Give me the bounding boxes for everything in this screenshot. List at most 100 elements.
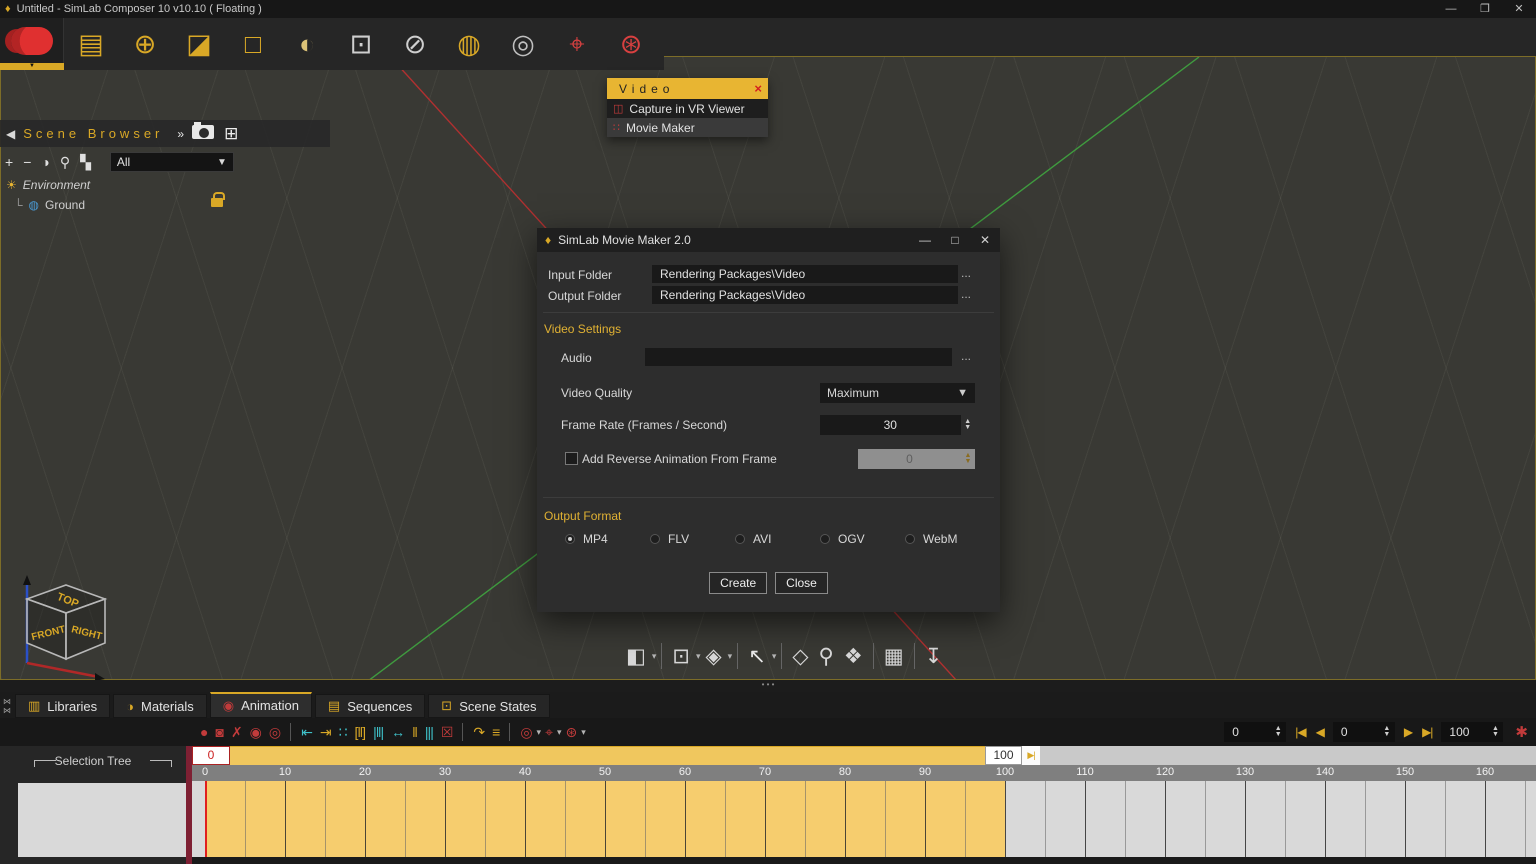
- select-area-icon[interactable]: □: [226, 18, 280, 70]
- standard-views-dropdown-icon[interactable]: ▾: [728, 651, 733, 662]
- radio-icon[interactable]: [650, 534, 660, 544]
- import-icon[interactable]: ↧: [925, 644, 943, 669]
- show-animation-icon[interactable]: ◉: [250, 724, 261, 741]
- spinner-arrows[interactable]: ▲▼: [1270, 723, 1286, 741]
- simlab-menu-button[interactable]: ▼: [0, 18, 64, 70]
- dialog-minimize-button[interactable]: —: [910, 233, 940, 247]
- select-mode-icon[interactable]: ↖: [748, 644, 766, 669]
- panel-resize-handle[interactable]: • • •: [0, 680, 1536, 692]
- show-all-keys-icon[interactable]: ∷: [339, 724, 347, 741]
- select-mode-dropdown-icon[interactable]: ▾: [772, 651, 777, 662]
- dialog-close-button[interactable]: ✕: [970, 233, 1000, 247]
- animation-list-icon[interactable]: ≡: [492, 724, 499, 740]
- video-icon[interactable]: ⊛: [604, 18, 658, 70]
- output-folder-browse-button[interactable]: ...: [961, 287, 971, 301]
- search-icon[interactable]: ⚲: [60, 154, 70, 171]
- edit-3d-icon[interactable]: ◪: [172, 18, 226, 70]
- selection-tree-list[interactable]: [18, 783, 186, 857]
- video-quality-dropdown[interactable]: Maximum ▼: [820, 383, 975, 403]
- zoom-extents-dropdown-icon[interactable]: ▾: [696, 651, 701, 662]
- previous-frame-button[interactable]: ◀: [1316, 725, 1324, 739]
- timeline-settings-icon[interactable]: ✱: [1515, 723, 1528, 741]
- render-icon[interactable]: ⊘: [388, 18, 442, 70]
- tab-animation[interactable]: ◉ Animation: [210, 692, 312, 718]
- go-to-start-icon[interactable]: ⇤: [301, 724, 312, 741]
- range-end-box[interactable]: 100: [985, 746, 1022, 765]
- tab-libraries[interactable]: ▥ Libraries: [15, 694, 110, 718]
- close-icon[interactable]: ×: [754, 81, 762, 96]
- video-menu-header[interactable]: Video ×: [607, 78, 768, 99]
- close-button[interactable]: Close: [775, 572, 828, 594]
- simlab-menu-caret[interactable]: ▼: [0, 63, 64, 70]
- director-chair-icon[interactable]: ✗: [231, 724, 242, 741]
- undock-icon[interactable]: ⋈: [3, 706, 11, 715]
- navigation-cube[interactable]: TOP FRONT RIGHT: [13, 567, 117, 683]
- current-frame-spinner[interactable]: 0 ▲▼: [1333, 722, 1395, 742]
- play-button[interactable]: ▶: [1404, 725, 1412, 739]
- fit-selected-icon[interactable]: ◇: [792, 644, 808, 669]
- dialog-titlebar[interactable]: ♦ SimLab Movie Maker 2.0 — □ ✕: [537, 228, 1000, 252]
- grid-toggle-icon[interactable]: ▦: [884, 644, 904, 669]
- frame-rate-spinner[interactable]: ▲▼: [820, 415, 975, 435]
- radio-icon[interactable]: [735, 534, 745, 544]
- menu-item-capture-in-vr-viewer[interactable]: ◫ Capture in VR Viewer: [607, 99, 768, 118]
- export-animation-icon[interactable]: ↷: [473, 724, 484, 741]
- selected-keys-icon[interactable]: |||: [425, 724, 433, 740]
- format-radio-ogv[interactable]: OGV: [820, 532, 905, 546]
- input-folder-field[interactable]: [652, 265, 958, 283]
- camera-animation-dropdown-icon[interactable]: ▾: [557, 727, 562, 738]
- tab-sequences[interactable]: ▤ Sequences: [315, 694, 425, 718]
- collapse-panel-icon[interactable]: ◀: [6, 127, 15, 141]
- go-to-end-button[interactable]: ▶|: [1422, 725, 1432, 739]
- open-file-icon[interactable]: ▤: [64, 18, 118, 70]
- range-start-box[interactable]: 0: [192, 746, 230, 765]
- geo-location-icon[interactable]: ◍: [442, 18, 496, 70]
- radio-icon[interactable]: [905, 534, 915, 544]
- delete-keys-icon[interactable]: ☒: [441, 724, 453, 741]
- render-layers-icon[interactable]: ❖: [844, 644, 863, 669]
- panel-dock-icons[interactable]: ⋈ ⋈: [3, 697, 11, 715]
- scene-filter-dropdown[interactable]: All ▼: [110, 152, 234, 172]
- scale-keys-icon[interactable]: [‖]: [355, 724, 366, 740]
- record-camera-icon[interactable]: ◙: [215, 724, 222, 740]
- move-keys-icon[interactable]: ↔: [391, 724, 404, 740]
- remove-icon[interactable]: −: [23, 154, 31, 171]
- vr-viewer-icon[interactable]: ⌖: [550, 18, 604, 70]
- move-tool-icon[interactable]: ⊕: [118, 18, 172, 70]
- preview-animation-icon[interactable]: ◎: [269, 724, 280, 741]
- movie-tools-icon[interactable]: ⊛: [565, 724, 576, 741]
- spinner-arrows[interactable]: ▲▼: [1487, 723, 1503, 741]
- isolate-icon[interactable]: ◑: [41, 154, 49, 171]
- reverse-animation-checkbox[interactable]: [565, 452, 578, 465]
- movie-tools-dropdown-icon[interactable]: ▾: [581, 727, 586, 738]
- drag-handle-icon[interactable]: • • •: [762, 680, 775, 689]
- spinner-arrows[interactable]: ▲▼: [1379, 723, 1395, 741]
- tab-scene-states[interactable]: ⊡ Scene States: [428, 694, 549, 718]
- window-minimize-button[interactable]: —: [1434, 0, 1468, 18]
- animation-library-icon[interactable]: ◎: [520, 724, 531, 741]
- spinner-arrows[interactable]: ▲▼: [961, 415, 975, 435]
- dialog-maximize-button[interactable]: □: [940, 233, 970, 247]
- tree-item-environment[interactable]: ☀ Environment: [0, 176, 330, 194]
- window-close-button[interactable]: ✕: [1502, 0, 1536, 18]
- radio-icon[interactable]: [565, 534, 575, 544]
- lens-effects-icon[interactable]: ◎: [496, 18, 550, 70]
- lock-icon[interactable]: [211, 198, 223, 207]
- key-density-icon[interactable]: |‖|: [373, 724, 383, 740]
- materials-icon[interactable]: ◐: [280, 18, 334, 70]
- zoom-extents-icon[interactable]: ⊡: [672, 644, 690, 669]
- output-folder-field[interactable]: [652, 286, 958, 304]
- scene-library-icon[interactable]: ⊡: [334, 18, 388, 70]
- window-maximize-button[interactable]: ❐: [1468, 0, 1502, 18]
- animation-library-dropdown-icon[interactable]: ▾: [537, 727, 542, 738]
- screenshot-camera-icon[interactable]: [192, 124, 214, 144]
- timeline-start-spinner[interactable]: 0 ▲▼: [1224, 722, 1286, 742]
- timeline-end-spinner[interactable]: 100 ▲▼: [1441, 722, 1503, 742]
- zoom-window-icon[interactable]: ⚲: [819, 644, 834, 669]
- format-radio-webm[interactable]: WebM: [905, 532, 990, 546]
- tree-item-ground[interactable]: └ ◍ Ground: [0, 196, 330, 214]
- add-icon[interactable]: +: [5, 154, 13, 171]
- playhead[interactable]: [205, 781, 207, 857]
- format-radio-avi[interactable]: AVI: [735, 532, 820, 546]
- capture-frame-icon[interactable]: ⊞: [224, 124, 238, 144]
